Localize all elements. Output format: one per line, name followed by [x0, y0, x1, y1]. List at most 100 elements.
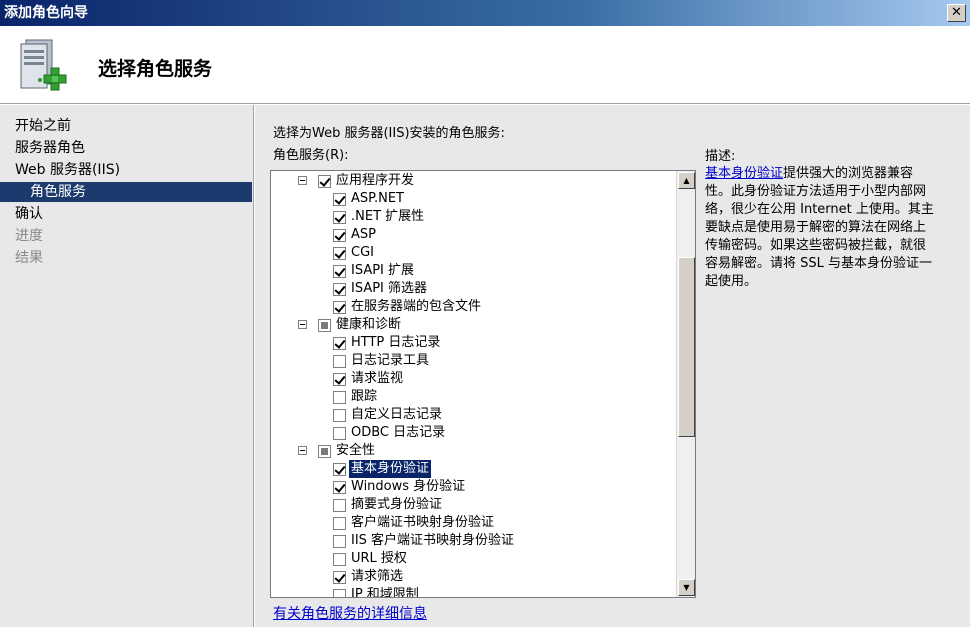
role-service-checkbox[interactable] [333, 247, 346, 260]
role-service-checkbox[interactable] [333, 571, 346, 584]
role-service-checkbox[interactable] [333, 301, 346, 314]
role-service-checkbox[interactable] [333, 535, 346, 548]
collapse-toggle-icon[interactable] [298, 320, 307, 329]
role-service-checkbox[interactable] [333, 427, 346, 440]
role-service-label[interactable]: 请求监视 [349, 370, 405, 388]
tree-content: 应用程序开发 ASP.NET .NET 扩展性 ASP CGI ISAPI 扩展 ISAPI… [271, 171, 677, 597]
tree-item-row[interactable]: 跟踪 [271, 388, 677, 406]
role-service-label[interactable]: 日志记录工具 [349, 352, 431, 370]
nav-item-web-server[interactable]: Web 服务器(IIS) [0, 160, 252, 180]
role-service-label[interactable]: URL 授权 [349, 550, 409, 568]
tree-group-row[interactable]: 安全性 [271, 442, 677, 460]
role-service-checkbox[interactable] [333, 229, 346, 242]
role-service-checkbox[interactable] [318, 319, 331, 332]
nav-item-confirmation[interactable]: 确认 [0, 204, 252, 224]
role-service-label[interactable]: Windows 身份验证 [349, 478, 467, 496]
tree-item-row[interactable]: 在服务器端的包含文件 [271, 298, 677, 316]
role-service-checkbox[interactable] [333, 463, 346, 476]
role-service-checkbox[interactable] [333, 391, 346, 404]
role-services-tree[interactable]: 应用程序开发 ASP.NET .NET 扩展性 ASP CGI ISAPI 扩展 ISAPI… [270, 170, 696, 598]
role-service-checkbox[interactable] [333, 481, 346, 494]
role-service-label[interactable]: 客户端证书映射身份验证 [349, 514, 496, 532]
nav-item-before-you-begin[interactable]: 开始之前 [0, 116, 252, 136]
role-service-checkbox[interactable] [333, 193, 346, 206]
role-service-label[interactable]: ISAPI 扩展 [349, 262, 416, 280]
description-link[interactable]: 基本身份验证 [705, 166, 783, 181]
role-service-label[interactable]: HTTP 日志记录 [349, 334, 442, 352]
role-service-label[interactable]: ISAPI 筛选器 [349, 280, 429, 298]
tree-item-row[interactable]: ISAPI 扩展 [271, 262, 677, 280]
wizard-header: 选择角色服务 [0, 26, 970, 104]
server-add-role-icon [20, 39, 67, 91]
role-services-label: 角色服务(R): [273, 148, 349, 163]
tree-item-row[interactable]: Windows 身份验证 [271, 478, 677, 496]
role-service-checkbox[interactable] [333, 589, 346, 597]
tree-item-row[interactable]: IIS 客户端证书映射身份验证 [271, 532, 677, 550]
role-service-label[interactable]: IP 和域限制 [349, 586, 421, 597]
role-service-checkbox[interactable] [333, 283, 346, 296]
role-service-label[interactable]: IIS 客户端证书映射身份验证 [349, 532, 516, 550]
role-service-checkbox[interactable] [333, 337, 346, 350]
role-service-label[interactable]: ODBC 日志记录 [349, 424, 447, 442]
tree-item-row[interactable]: 请求监视 [271, 370, 677, 388]
role-service-label[interactable]: 请求筛选 [349, 568, 405, 586]
role-service-label[interactable]: 健康和诊断 [334, 316, 403, 334]
tree-item-row[interactable]: 基本身份验证 [271, 459, 677, 479]
tree-item-row[interactable]: ODBC 日志记录 [271, 424, 677, 442]
role-service-checkbox[interactable] [318, 175, 331, 188]
tree-item-row[interactable]: 客户端证书映射身份验证 [271, 514, 677, 532]
scroll-down-button[interactable]: ▼ [678, 579, 695, 596]
role-service-label[interactable]: 应用程序开发 [334, 172, 416, 190]
tree-item-row[interactable]: CGI [271, 244, 677, 262]
main-panel: 选择为Web 服务器(IIS)安装的角色服务: 角色服务(R): 应用程序开发 A… [255, 105, 970, 627]
role-service-checkbox[interactable] [333, 373, 346, 386]
role-service-label[interactable]: .NET 扩展性 [349, 208, 426, 226]
description-body: 提供强大的浏览器兼容性。此身份验证方法适用于小型内部网络，很少在公用 Inter… [705, 166, 934, 289]
role-service-label[interactable]: 安全性 [334, 442, 377, 460]
tree-group-row[interactable]: 应用程序开发 [271, 172, 677, 190]
description-title: 描述: [705, 149, 736, 164]
role-service-checkbox[interactable] [333, 265, 346, 278]
tree-item-row[interactable]: URL 授权 [271, 550, 677, 568]
role-service-checkbox[interactable] [333, 499, 346, 512]
role-service-label[interactable]: CGI [349, 244, 376, 262]
more-info-link[interactable]: 有关角色服务的详细信息 [273, 603, 427, 623]
tree-item-row[interactable]: HTTP 日志记录 [271, 334, 677, 352]
tree-item-row[interactable]: 日志记录工具 [271, 352, 677, 370]
role-service-checkbox[interactable] [333, 355, 346, 368]
role-service-checkbox[interactable] [333, 211, 346, 224]
scroll-up-button[interactable]: ▲ [678, 172, 695, 189]
role-service-label[interactable]: ASP.NET [349, 190, 406, 208]
nav-item-server-roles[interactable]: 服务器角色 [0, 138, 252, 158]
role-service-label[interactable]: 跟踪 [349, 388, 379, 406]
collapse-toggle-icon[interactable] [298, 446, 307, 455]
wizard-nav: 开始之前 服务器角色 Web 服务器(IIS) 角色服务 确认 进度 结果 [0, 105, 254, 627]
role-service-label[interactable]: 基本身份验证 [347, 459, 433, 479]
role-service-checkbox[interactable] [333, 409, 346, 422]
tree-item-row[interactable]: ASP.NET [271, 190, 677, 208]
vertical-scrollbar[interactable]: ▲ ▼ [676, 171, 695, 597]
tree-item-row[interactable]: .NET 扩展性 [271, 208, 677, 226]
role-service-label[interactable]: 自定义日志记录 [349, 406, 444, 424]
role-service-label[interactable]: ASP [349, 226, 378, 244]
close-button[interactable]: ✕ [947, 4, 966, 22]
collapse-toggle-icon[interactable] [298, 176, 307, 185]
tree-item-row[interactable]: ISAPI 筛选器 [271, 280, 677, 298]
scroll-thumb[interactable] [678, 257, 695, 437]
role-service-checkbox[interactable] [333, 553, 346, 566]
role-service-label[interactable]: 在服务器端的包含文件 [349, 298, 483, 316]
tree-item-row[interactable]: 请求筛选 [271, 568, 677, 586]
add-roles-wizard-window: 添加角色向导 ✕ 选择角色服务 开始之前 服务器角色 Web 服务器(IIS) … [0, 0, 970, 627]
tree-item-row[interactable]: ASP [271, 226, 677, 244]
tree-item-row[interactable]: 自定义日志记录 [271, 406, 677, 424]
role-service-label[interactable]: 摘要式身份验证 [349, 496, 444, 514]
title-bar: 添加角色向导 ✕ [0, 0, 970, 26]
role-service-checkbox[interactable] [318, 445, 331, 458]
nav-item-role-services[interactable]: 角色服务 [0, 182, 252, 202]
tree-item-row[interactable]: 摘要式身份验证 [271, 496, 677, 514]
description-text: 基本身份验证提供强大的浏览器兼容性。此身份验证方法适用于小型内部网络，很少在公用… [705, 165, 935, 291]
window-title: 添加角色向导 [4, 5, 88, 21]
tree-item-row[interactable]: IP 和域限制 [271, 586, 677, 597]
tree-group-row[interactable]: 健康和诊断 [271, 316, 677, 334]
role-service-checkbox[interactable] [333, 517, 346, 530]
